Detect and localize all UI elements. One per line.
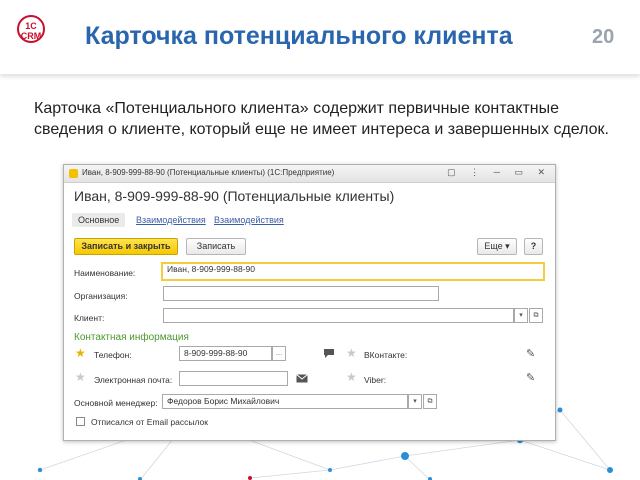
edit-pencil-icon[interactable]: ✎: [526, 347, 535, 360]
star-empty-icon[interactable]: ★: [346, 371, 357, 383]
email-field[interactable]: [179, 371, 288, 386]
help-button[interactable]: ?: [524, 238, 543, 255]
more-menu-button[interactable]: Еще ▾: [477, 238, 517, 255]
window-title: Иван, 8-909-999-88-90 (Потенциальные кли…: [82, 168, 335, 177]
unsubscribe-label: Отписался от Email рассылок: [91, 417, 208, 427]
app-icon: [69, 169, 78, 178]
logo-text-bottom: CRM: [20, 31, 42, 41]
client-label: Клиент:: [74, 313, 105, 323]
window-titlebar: Иван, 8-909-999-88-90 (Потенциальные кли…: [64, 165, 555, 183]
manager-field[interactable]: Федоров Борис Михайлович: [162, 394, 408, 409]
message-icon[interactable]: [323, 348, 335, 359]
app-window: Иван, 8-909-999-88-90 (Потенциальные кли…: [63, 164, 556, 441]
window-controls[interactable]: ▢ ⋮ ─ ▭ ✕: [447, 167, 551, 178]
contact-info-header: Контактная информация: [74, 332, 189, 343]
manager-label: Основной менеджер:: [74, 398, 158, 408]
phone-field[interactable]: 8-909-999-88-90: [179, 346, 272, 361]
star-filled-icon[interactable]: ★: [75, 347, 86, 359]
organization-label: Организация:: [74, 291, 128, 301]
phone-select-button[interactable]: …: [272, 346, 286, 361]
client-field[interactable]: [163, 308, 514, 323]
edit-pencil-icon[interactable]: ✎: [526, 371, 535, 384]
viber-label: Viber:: [364, 375, 387, 385]
phone-label: Телефон:: [94, 350, 132, 360]
name-field[interactable]: Иван, 8-909-999-88-90: [161, 262, 545, 281]
form-title: Иван, 8-909-999-88-90 (Потенциальные кли…: [74, 188, 395, 204]
tab-interactions-2[interactable]: Взаимодействия: [214, 213, 284, 227]
slide-title: Карточка потенциального клиента: [85, 22, 513, 50]
tab-main[interactable]: Основное: [72, 213, 126, 227]
client-dropdown-button[interactable]: ▾: [514, 308, 528, 323]
save-and-close-button[interactable]: Записать и закрыть: [74, 238, 178, 255]
manager-open-icon[interactable]: ⧉: [423, 394, 437, 409]
email-label: Электронная почта:: [94, 375, 173, 385]
organization-field[interactable]: [163, 286, 439, 301]
slide-header: 1С CRM Карточка потенциального клиента 2…: [0, 0, 640, 74]
save-button[interactable]: Записать: [186, 238, 246, 255]
crm-logo: 1С CRM: [17, 15, 45, 43]
star-empty-icon[interactable]: ★: [75, 371, 86, 383]
envelope-icon[interactable]: [296, 374, 308, 383]
logo-text-top: 1С: [25, 21, 37, 31]
client-open-icon[interactable]: ⧉: [529, 308, 543, 323]
vk-label: ВКонтакте:: [364, 350, 408, 360]
name-label: Наименование:: [74, 268, 136, 278]
page-number: 20: [592, 26, 615, 48]
intro-text: Карточка «Потенциального клиента» содерж…: [34, 100, 609, 138]
star-empty-icon[interactable]: ★: [346, 347, 357, 359]
tab-interactions[interactable]: Взаимодействия: [136, 213, 206, 227]
manager-dropdown-button[interactable]: ▾: [408, 394, 422, 409]
unsubscribe-checkbox[interactable]: [76, 417, 85, 426]
